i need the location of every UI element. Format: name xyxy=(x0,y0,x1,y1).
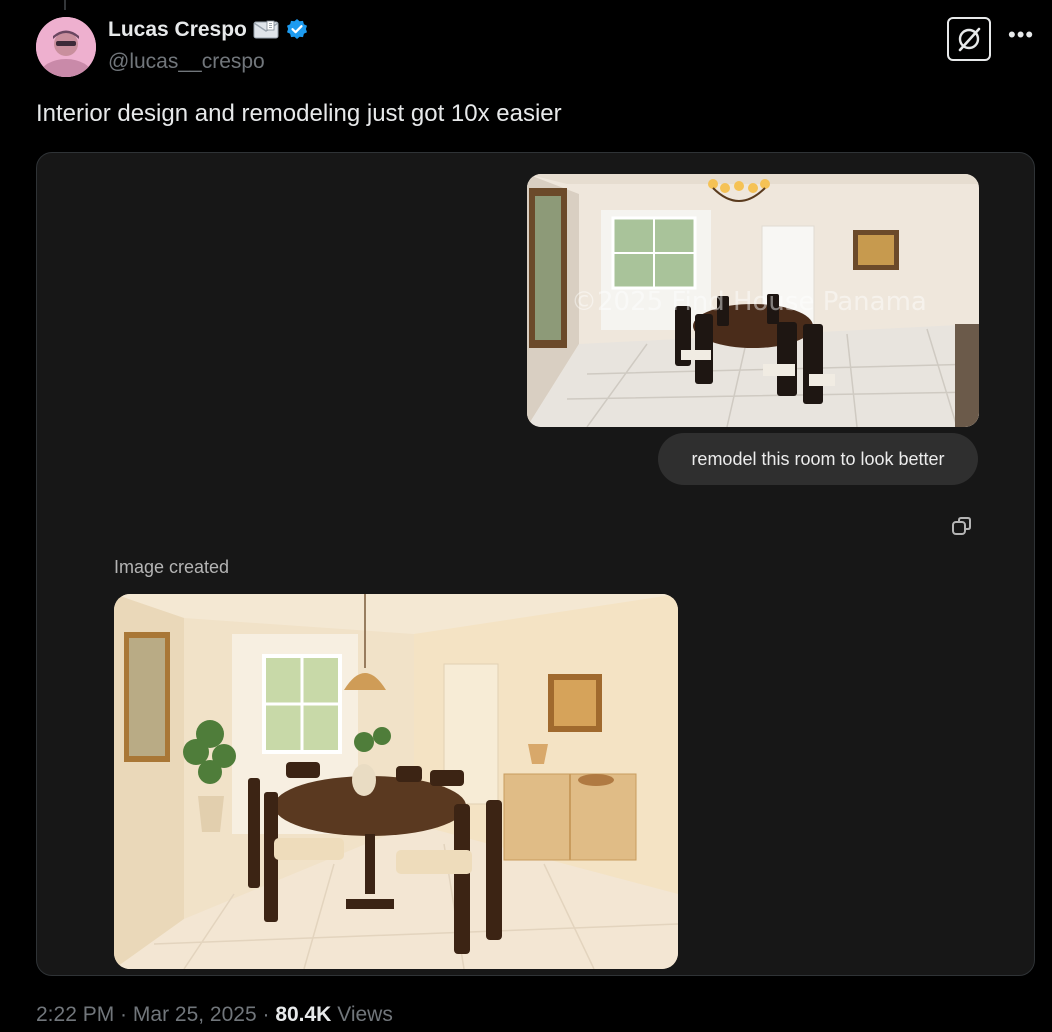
envelope-icon xyxy=(253,20,279,39)
author-name-row[interactable]: Lucas Crespo xyxy=(108,18,309,42)
author-handle[interactable]: @lucas__crespo xyxy=(108,50,265,74)
generated-room-image[interactable] xyxy=(114,594,678,969)
author-display-name[interactable]: Lucas Crespo xyxy=(108,18,247,42)
original-room-image[interactable]: ©2025 Find House Panama xyxy=(527,174,979,427)
avatar-photo xyxy=(36,17,96,77)
user-prompt-text: remodel this room to look better xyxy=(691,448,945,469)
views-count[interactable]: 80.4K xyxy=(275,1003,331,1026)
thread-connector xyxy=(64,0,66,10)
views-label[interactable]: Views xyxy=(331,1003,393,1026)
grok-button[interactable] xyxy=(947,17,991,61)
tweet-date[interactable]: Mar 25, 2025 xyxy=(133,1003,257,1026)
grok-icon xyxy=(958,27,981,52)
tweet-metadata: 2:22 PM · Mar 25, 2025 · 80.4K Views xyxy=(36,1003,393,1027)
chat-screenshot-card[interactable]: ©2025 Find House Panama remodel this roo… xyxy=(36,152,1035,976)
more-dots-icon: ••• xyxy=(1008,22,1035,47)
verified-badge-icon[interactable] xyxy=(285,18,309,42)
meta-separator-1: · xyxy=(114,1003,133,1026)
original-room-photo: ©2025 Find House Panama xyxy=(527,174,979,427)
meta-separator-2: · xyxy=(256,1003,276,1026)
avatar[interactable] xyxy=(36,17,96,77)
user-prompt-bubble[interactable]: remodel this room to look better xyxy=(658,433,978,485)
image-created-label: Image created xyxy=(114,557,230,577)
generated-room-photo xyxy=(114,594,678,969)
original-image-watermark: ©2025 Find House Panama xyxy=(571,287,927,317)
more-options-button[interactable]: ••• xyxy=(1008,22,1034,48)
copy-icon[interactable] xyxy=(951,515,973,537)
tweet-text: Interior design and remodeling just got … xyxy=(36,100,562,127)
tweet-time[interactable]: 2:22 PM xyxy=(36,1003,114,1026)
